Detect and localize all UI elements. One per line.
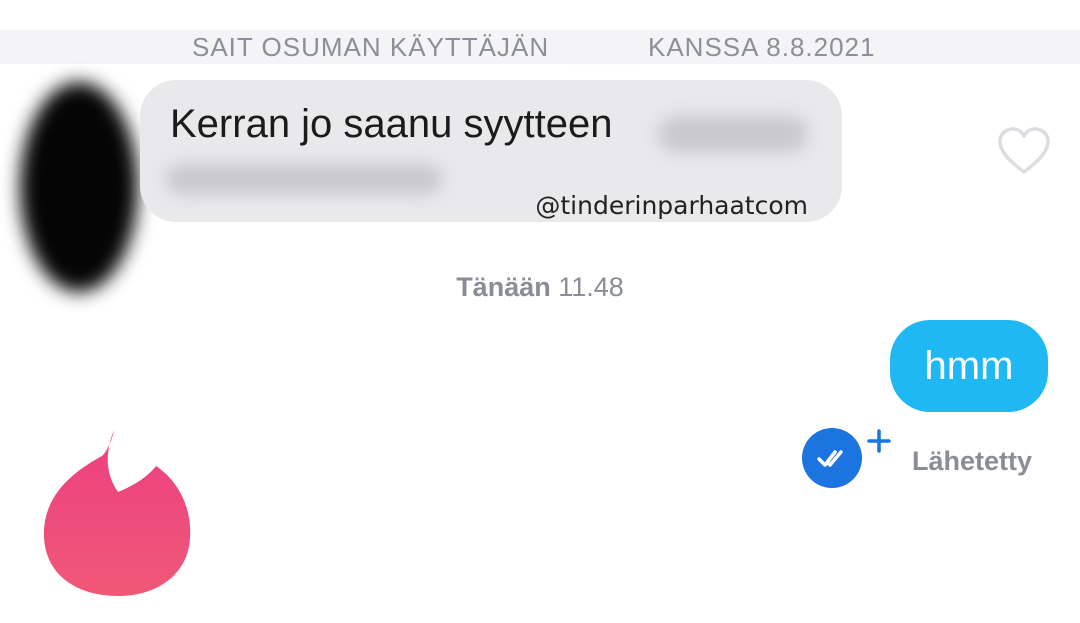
- double-check-icon: [802, 428, 862, 488]
- plus-icon[interactable]: [866, 428, 892, 454]
- message-timestamp: Tänään 11.48: [0, 272, 1080, 303]
- redacted-text: [658, 116, 808, 152]
- outgoing-message-text: hmm: [924, 344, 1014, 388]
- incoming-message-text: Kerran jo saanu syytteen: [170, 102, 613, 146]
- avatar[interactable]: [20, 82, 138, 292]
- outgoing-message-bubble[interactable]: hmm: [890, 320, 1048, 412]
- message-status: Lähetetty: [912, 446, 1033, 476]
- tinder-flame-icon: [42, 428, 192, 598]
- watermark: @tinderinparhaatcom: [535, 191, 808, 220]
- timestamp-day: Tänään: [456, 272, 551, 302]
- match-header-date: KANSSA 8.8.2021: [648, 32, 876, 62]
- redacted-username: [568, 40, 640, 60]
- redacted-text: [166, 164, 442, 194]
- incoming-message-bubble[interactable]: Kerran jo saanu syytteen @tinderinparhaa…: [140, 80, 842, 222]
- timestamp-time: 11.48: [558, 272, 624, 302]
- match-header: SAIT OSUMAN KÄYTTÄJÄN KANSSA 8.8.2021: [0, 30, 1080, 64]
- match-header-prefix: SAIT OSUMAN KÄYTTÄJÄN: [192, 32, 550, 62]
- heart-icon[interactable]: [996, 126, 1052, 176]
